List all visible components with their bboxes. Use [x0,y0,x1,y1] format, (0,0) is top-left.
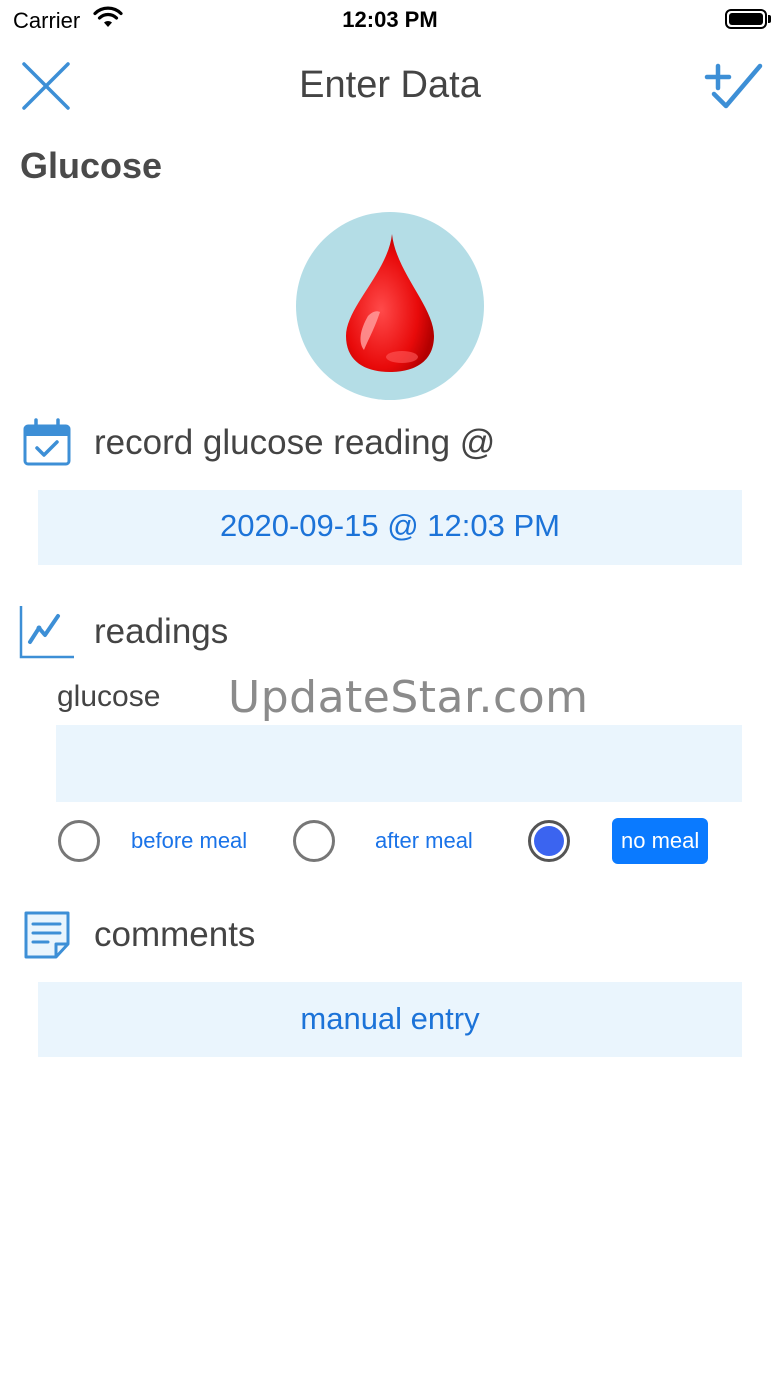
calendar-check-icon [23,418,71,466]
after-meal-label[interactable]: after meal [375,828,473,854]
page-title: Enter Data [299,64,481,106]
status-bar: Carrier 12:03 PM [0,0,780,40]
glucose-field-label: glucose [57,680,161,713]
readings-label: readings [94,612,229,651]
notes-icon [24,911,70,959]
comments-value: manual entry [300,1001,480,1036]
after-meal-radio[interactable] [293,820,335,862]
glucose-input[interactable] [56,725,742,802]
battery-icon [725,9,767,29]
comments-label: comments [94,915,256,954]
no-meal-label[interactable]: no meal [612,818,709,864]
blood-drop-icon [346,234,434,372]
no-meal-radio[interactable] [528,820,570,862]
before-meal-radio[interactable] [58,820,100,862]
add-check-icon[interactable] [704,60,764,112]
comments-field[interactable]: manual entry [38,982,742,1057]
before-meal-label[interactable]: before meal [131,828,247,854]
line-chart-icon [19,606,74,659]
section-title: Glucose [20,145,163,186]
status-time: 12:03 PM [342,7,438,32]
battery-tip [768,15,771,23]
record-label: record glucose reading @ [94,423,496,462]
datetime-value: 2020-09-15 @ 12:03 PM [220,508,560,543]
datetime-field[interactable]: 2020-09-15 @ 12:03 PM [38,490,742,565]
watermark: UpdateStar.com [228,672,589,723]
blood-drop-avatar [296,212,484,400]
